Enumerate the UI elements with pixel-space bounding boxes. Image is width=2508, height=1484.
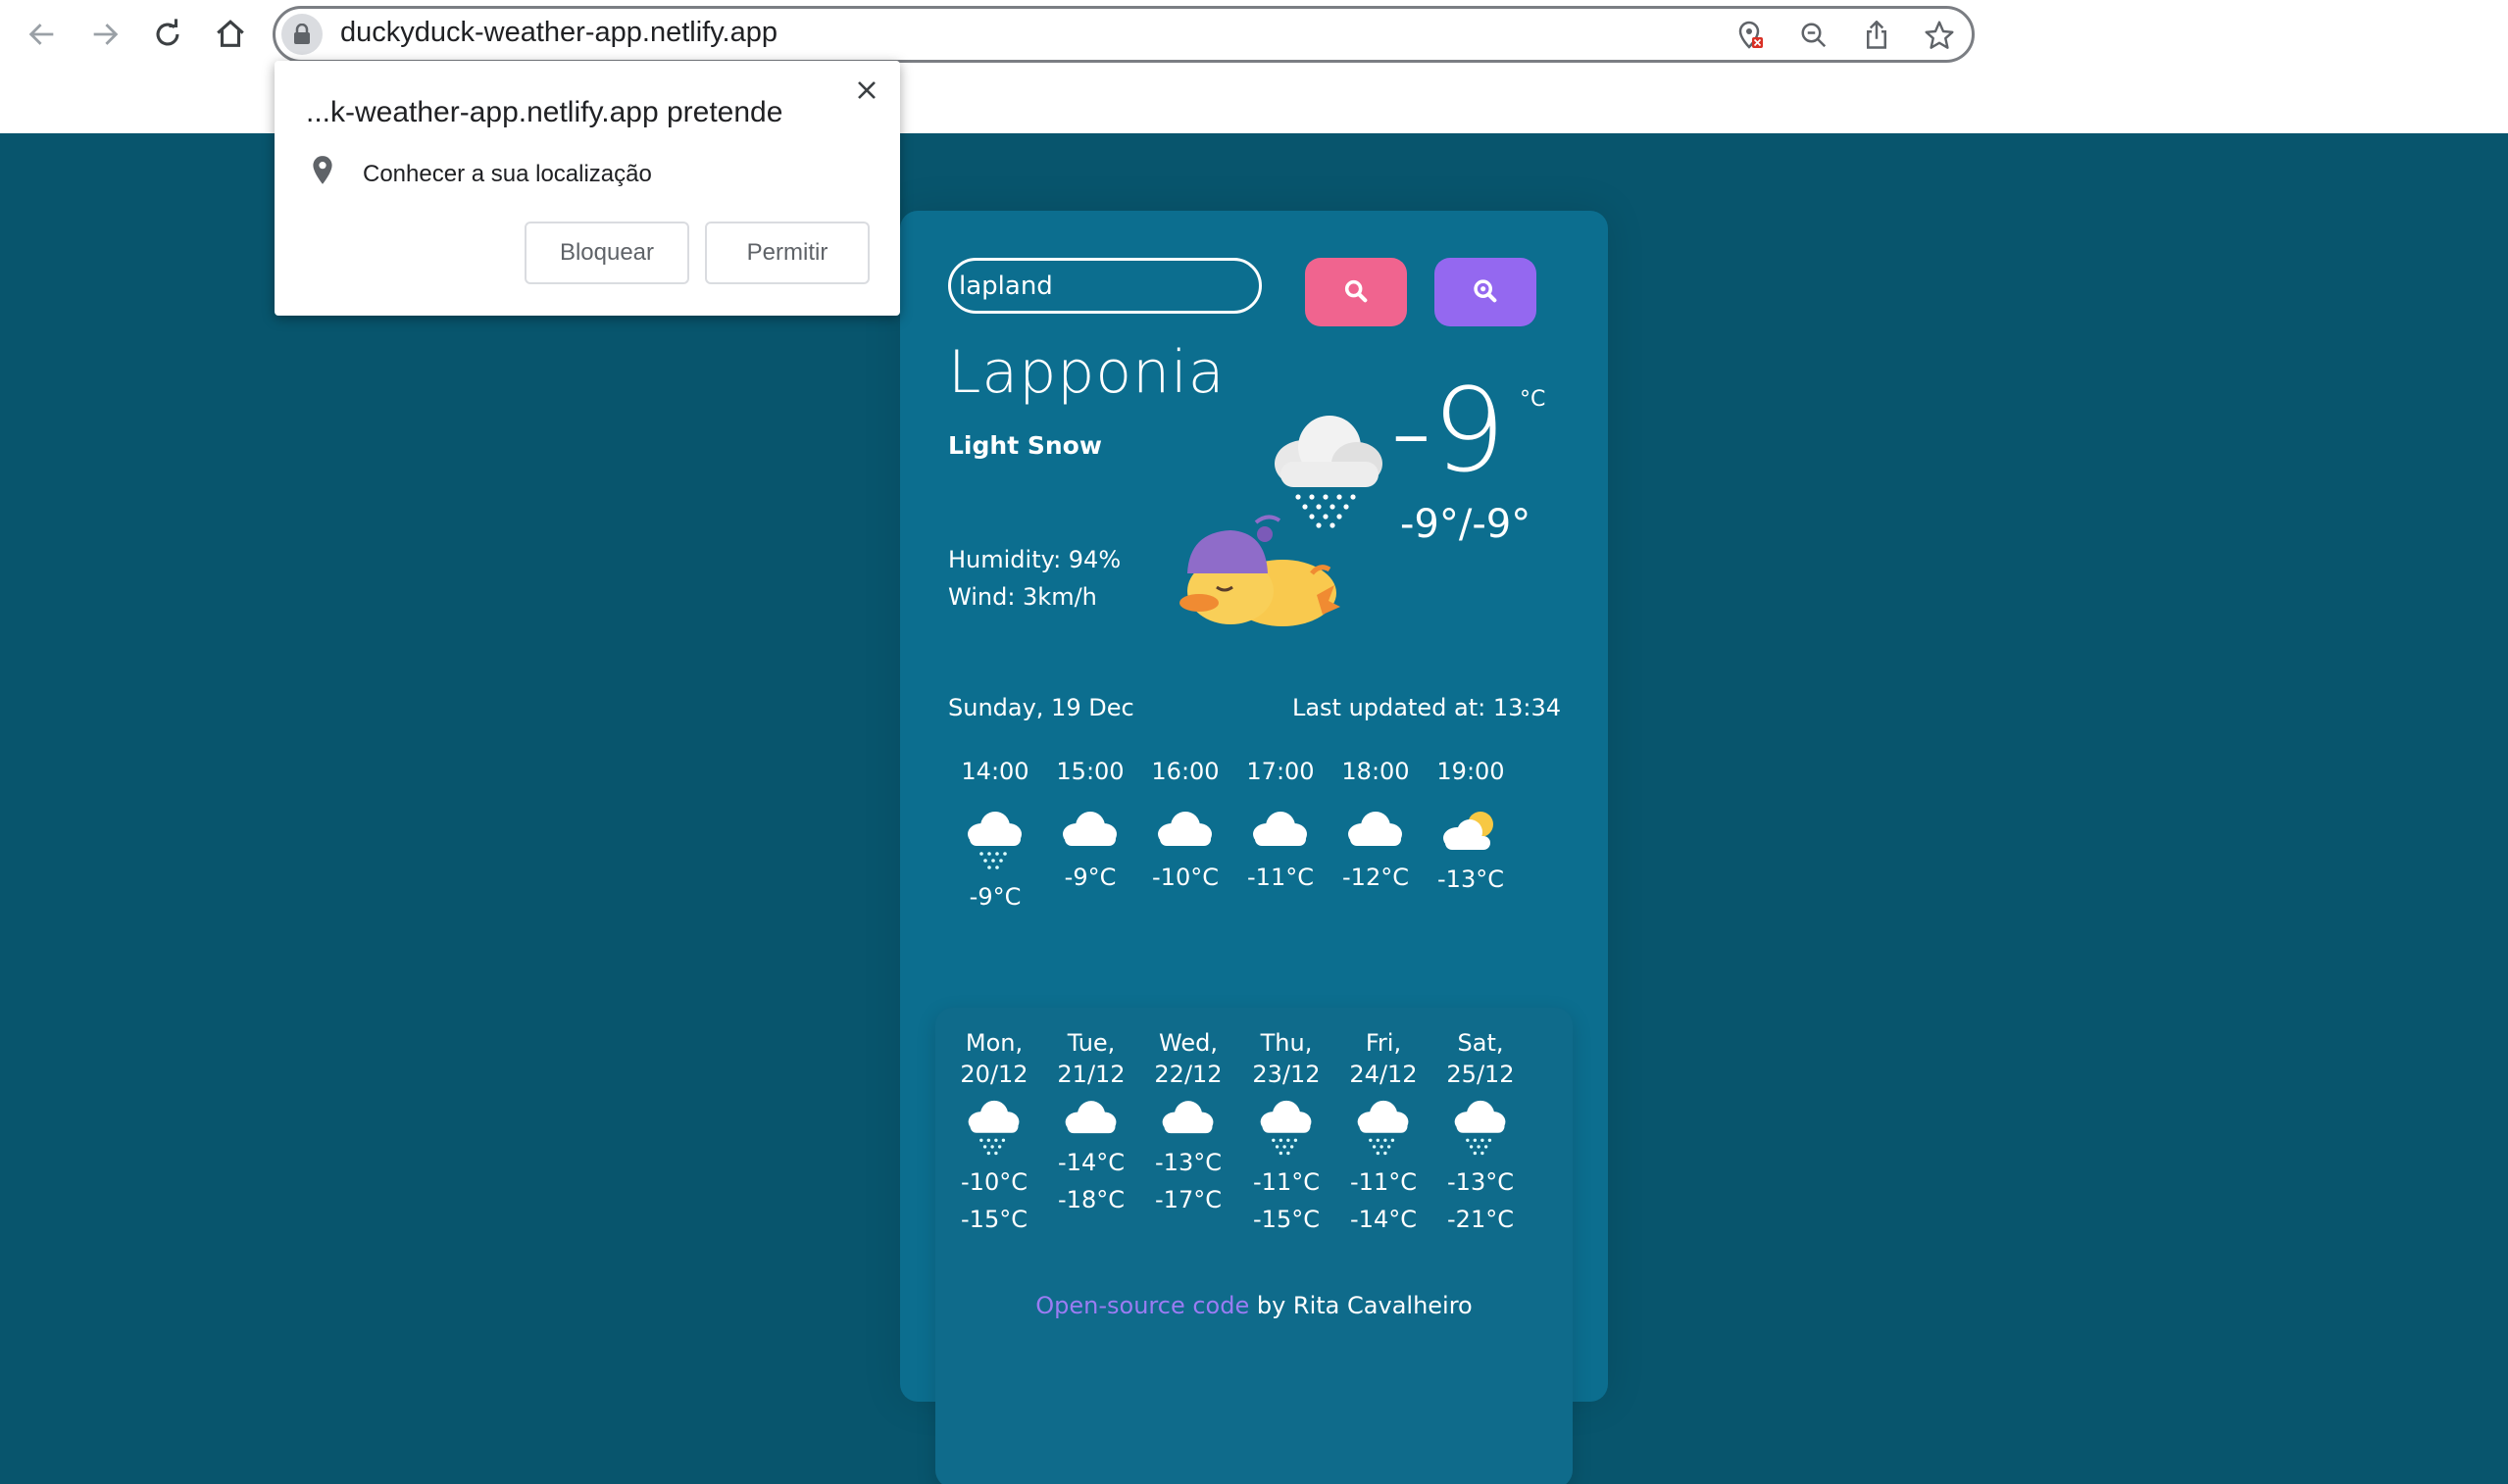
partly-cloudy-icon xyxy=(1437,807,1504,869)
forecast-date: 25/12 xyxy=(1446,1061,1515,1088)
hour-time: 16:00 xyxy=(1151,758,1220,785)
weather-card: Lapponia Light Snow -9 °C -9°/-9° xyxy=(900,211,1608,1484)
sleeping-duck-icon xyxy=(1170,505,1346,637)
lock-icon[interactable] xyxy=(281,14,323,55)
cloud-icon xyxy=(1157,1098,1220,1141)
address-bar[interactable]: duckyduck-weather-app.netlify.app xyxy=(273,6,1975,63)
close-icon[interactable] xyxy=(847,71,886,110)
forecast-min: -14°C xyxy=(1350,1206,1417,1233)
snow-cloud-icon xyxy=(1255,1098,1318,1161)
allow-button[interactable]: Permitir xyxy=(705,222,870,284)
current-location-button[interactable] xyxy=(1434,258,1536,326)
snow-cloud-icon xyxy=(1449,1098,1512,1161)
forecast-min: -21°C xyxy=(1447,1206,1514,1233)
hour-temp: -13°C xyxy=(1437,866,1504,893)
home-icon[interactable] xyxy=(206,10,255,59)
min-max-temperature: -9°/-9° xyxy=(1400,502,1531,547)
location-permission-popup: ...k-weather-app.netlify.app pretende Co… xyxy=(275,61,900,316)
forecast-date: 20/12 xyxy=(960,1061,1028,1088)
footer: Open-source code by Rita Cavalheiro xyxy=(900,1292,1608,1319)
forecast-max: -13°C xyxy=(1447,1168,1514,1196)
forecast-min: -15°C xyxy=(1253,1206,1320,1233)
forecast-weekday: Wed, xyxy=(1159,1029,1218,1057)
footer-author: by Rita Cavalheiro xyxy=(1249,1292,1473,1319)
forecast-date: 22/12 xyxy=(1154,1061,1223,1088)
forecast-day: Wed, 22/12 -13°C -17°C xyxy=(1139,1027,1237,1215)
location-search-icon xyxy=(1472,277,1499,308)
city-search-input[interactable] xyxy=(948,258,1262,314)
forecast-day: Mon, 20/12 -10°C -15°C xyxy=(945,1027,1043,1235)
bookmark-star-icon[interactable] xyxy=(1923,19,1956,52)
forecast-day: Sat, 25/12 -13°C -21°C xyxy=(1431,1027,1530,1235)
forecast-weekday: Fri, xyxy=(1365,1029,1402,1057)
forecast-weekday: Sat, xyxy=(1457,1029,1504,1057)
zoom-icon[interactable] xyxy=(1797,19,1831,52)
cloud-icon xyxy=(1057,807,1124,869)
search-button[interactable] xyxy=(1305,258,1407,326)
hour-time: 14:00 xyxy=(961,758,1029,785)
forecast-day: Fri, 24/12 -11°C -14°C xyxy=(1334,1027,1432,1235)
open-source-link[interactable]: Open-source code xyxy=(1035,1292,1249,1319)
permission-text: Conhecer a sua localização xyxy=(363,160,652,187)
forecast-min: -17°C xyxy=(1155,1186,1222,1213)
forecast-max: -11°C xyxy=(1350,1168,1417,1196)
block-button[interactable]: Bloquear xyxy=(525,222,689,284)
hour-time: 18:00 xyxy=(1341,758,1410,785)
humidity: Humidity: 94% xyxy=(948,546,1122,573)
permission-row: Conhecer a sua localização xyxy=(310,155,652,193)
temperature-unit: °C xyxy=(1520,387,1546,412)
hour-time: 17:00 xyxy=(1246,758,1315,785)
forecast-date: 23/12 xyxy=(1252,1061,1321,1088)
weather-description: Light Snow xyxy=(948,431,1102,460)
location-pin-icon xyxy=(310,155,335,193)
snow-cloud-icon xyxy=(963,1098,1026,1161)
current-temperature: -9 xyxy=(1390,363,1506,498)
popup-title: ...k-weather-app.netlify.app pretende xyxy=(306,96,783,128)
cloud-icon xyxy=(1060,1098,1123,1141)
forward-icon[interactable] xyxy=(80,10,129,59)
cloud-icon xyxy=(1152,807,1219,869)
snow-cloud-icon xyxy=(962,807,1028,869)
hour-temp: -12°C xyxy=(1342,864,1409,891)
forecast-max: -11°C xyxy=(1253,1168,1320,1196)
back-icon[interactable] xyxy=(18,10,67,59)
wind-speed: Wind: 3km/h xyxy=(948,583,1097,611)
forecast-weekday: Tue, xyxy=(1067,1029,1116,1057)
last-updated: Last updated at: 13:34 xyxy=(1291,694,1561,721)
forecast-weekday: Thu, xyxy=(1260,1029,1313,1057)
reload-icon[interactable] xyxy=(143,10,192,59)
forecast-max: -10°C xyxy=(961,1168,1028,1196)
daily-forecast: Mon, 20/12 -10°C -15°C Tue, 21/12 -14°C … xyxy=(935,1008,1573,1484)
forecast-min: -18°C xyxy=(1058,1186,1125,1213)
location-blocked-icon[interactable] xyxy=(1734,19,1768,52)
url-text[interactable]: duckyduck-weather-app.netlify.app xyxy=(340,17,777,49)
forecast-max: -14°C xyxy=(1058,1149,1125,1176)
forecast-date: 24/12 xyxy=(1349,1061,1418,1088)
hour-temp: -11°C xyxy=(1247,864,1314,891)
forecast-day: Thu, 23/12 -11°C -15°C xyxy=(1237,1027,1335,1235)
forecast-min: -15°C xyxy=(961,1206,1028,1233)
forecast-max: -13°C xyxy=(1155,1149,1222,1176)
current-date: Sunday, 19 Dec xyxy=(948,694,1134,721)
hour-time: 19:00 xyxy=(1436,758,1505,785)
hour-temp: -9°C xyxy=(1064,864,1117,891)
forecast-day: Tue, 21/12 -14°C -18°C xyxy=(1042,1027,1140,1215)
share-icon[interactable] xyxy=(1860,19,1893,52)
forecast-weekday: Mon, xyxy=(965,1029,1024,1057)
hour-temp: -10°C xyxy=(1152,864,1219,891)
snow-cloud-icon xyxy=(1352,1098,1415,1161)
hour-time: 15:00 xyxy=(1056,758,1125,785)
hour-temp: -9°C xyxy=(969,883,1022,911)
search-icon xyxy=(1342,277,1370,308)
forecast-date: 21/12 xyxy=(1057,1061,1126,1088)
city-name: Lapponia xyxy=(948,338,1226,407)
cloud-icon xyxy=(1247,807,1314,869)
cloud-icon xyxy=(1342,807,1409,869)
